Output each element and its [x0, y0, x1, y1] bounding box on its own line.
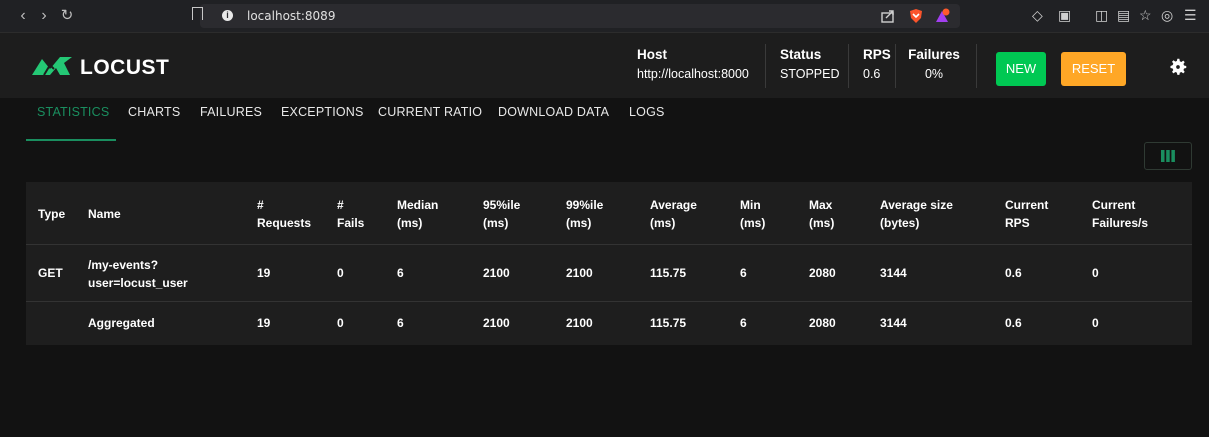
- cell-fails: 0: [337, 316, 344, 330]
- header-divider: [848, 44, 849, 88]
- rps-label: RPS: [863, 47, 891, 62]
- header-divider: [765, 44, 766, 88]
- active-tab-indicator: [26, 139, 116, 141]
- tab-exceptions[interactable]: EXCEPTIONS: [281, 105, 364, 119]
- header-name[interactable]: Name: [88, 205, 121, 223]
- cell-max: 2080: [809, 316, 836, 330]
- rps-stat: RPS 0.6: [863, 47, 891, 81]
- cell-current-rps: 0.6: [1005, 316, 1022, 330]
- cell-average: 115.75: [650, 316, 687, 330]
- cell-99ile: 2100: [566, 266, 593, 280]
- reload-icon[interactable]: ↻: [58, 6, 76, 26]
- cell-min: 6: [740, 266, 747, 280]
- failures-stat: Failures 0%: [908, 47, 960, 81]
- host-value: http://localhost:8000: [637, 67, 749, 81]
- url-text: localhost:8089: [247, 9, 336, 23]
- cell-current-failures: 0: [1092, 266, 1099, 280]
- locust-logo[interactable]: LOCUST: [30, 50, 190, 82]
- cell-requests: 19: [257, 316, 271, 330]
- bookmark-icon[interactable]: [192, 7, 203, 20]
- tab-statistics[interactable]: STATISTICS: [37, 105, 109, 119]
- cell-name: Aggregated: [88, 316, 155, 330]
- menu-icon[interactable]: ☰: [1184, 7, 1197, 24]
- header-current-failures[interactable]: Current Failures/s: [1092, 196, 1148, 232]
- app-header: LOCUST Host http://localhost:8000 Status…: [0, 33, 1209, 98]
- header-requests[interactable]: # Requests: [257, 196, 311, 232]
- tab-logs[interactable]: LOGS: [629, 105, 665, 119]
- table-header-divider: [26, 244, 1192, 245]
- tab-current-ratio[interactable]: CURRENT RATIO: [378, 105, 482, 119]
- address-bar[interactable]: i localhost:8089: [192, 4, 960, 28]
- rps-value: 0.6: [863, 67, 881, 81]
- locust-logo-icon: [32, 57, 72, 76]
- cell-current-rps: 0.6: [1005, 266, 1022, 280]
- header-max[interactable]: Max (ms): [809, 196, 834, 232]
- tab-charts[interactable]: CHARTS: [128, 105, 180, 119]
- host-label: Host: [637, 47, 667, 62]
- cell-name: /my-events? user=locust_user: [88, 258, 188, 290]
- tab-download-data[interactable]: DOWNLOAD DATA: [498, 105, 609, 119]
- header-95ile[interactable]: 95%ile (ms): [483, 196, 520, 232]
- table-row-divider: [26, 301, 1192, 302]
- vpn-icon[interactable]: ◎: [1161, 7, 1173, 24]
- share-icon[interactable]: [880, 8, 896, 24]
- settings-gear-icon[interactable]: [1167, 56, 1189, 78]
- forward-icon[interactable]: ›: [35, 6, 53, 26]
- screenshot-icon[interactable]: ▣: [1058, 7, 1071, 24]
- header-divider: [976, 44, 977, 88]
- status-value: STOPPED: [780, 67, 840, 81]
- brave-shield-icon[interactable]: [908, 8, 924, 24]
- header-type[interactable]: Type: [38, 205, 65, 223]
- header-current-rps[interactable]: Current RPS: [1005, 196, 1048, 232]
- header-divider: [895, 44, 896, 88]
- site-info-icon[interactable]: i: [222, 10, 233, 21]
- failures-label: Failures: [908, 47, 960, 62]
- cell-average-size: 3144: [880, 316, 907, 330]
- failures-value: 0%: [924, 67, 944, 81]
- cell-99ile: 2100: [566, 316, 593, 330]
- sidebar-icon[interactable]: ◫: [1095, 7, 1108, 24]
- cell-95ile: 2100: [483, 266, 510, 280]
- header-99ile[interactable]: 99%ile (ms): [566, 196, 603, 232]
- cell-95ile: 2100: [483, 316, 510, 330]
- new-button[interactable]: NEW: [996, 52, 1046, 86]
- cell-max: 2080: [809, 266, 836, 280]
- header-min[interactable]: Min (ms): [740, 196, 765, 232]
- cell-fails: 0: [337, 266, 344, 280]
- reset-button[interactable]: RESET: [1061, 52, 1126, 86]
- back-icon[interactable]: ‹: [14, 6, 32, 26]
- cell-type: GET: [38, 266, 63, 280]
- header-average[interactable]: Average (ms): [650, 196, 697, 232]
- tab-bar: STATISTICS CHARTS FAILURES EXCEPTIONS CU…: [0, 98, 1209, 143]
- column-selector-button[interactable]: [1144, 142, 1192, 170]
- cell-average-size: 3144: [880, 266, 907, 280]
- view-columns-icon: [1161, 150, 1175, 162]
- extensions-icon[interactable]: ◇: [1032, 7, 1043, 24]
- logo-text: LOCUST: [80, 56, 170, 79]
- cell-min: 6: [740, 316, 747, 330]
- brave-rewards-icon[interactable]: [934, 8, 950, 24]
- cell-median: 6: [397, 316, 404, 330]
- header-fails[interactable]: # Fails: [337, 196, 364, 232]
- cell-requests: 19: [257, 266, 271, 280]
- header-average-size[interactable]: Average size (bytes): [880, 196, 953, 232]
- cell-average: 115.75: [650, 266, 687, 280]
- header-median[interactable]: Median (ms): [397, 196, 438, 232]
- bookmarks-icon[interactable]: ☆: [1139, 7, 1152, 24]
- browser-toolbar: ‹ › ↻ i localhost:8089 ◇ ▣ ◫ ▤ ☆ ◎ ☰: [0, 0, 1209, 33]
- status-label: Status: [780, 47, 822, 62]
- cell-current-failures: 0: [1092, 316, 1099, 330]
- tab-failures[interactable]: FAILURES: [200, 105, 262, 119]
- cell-median: 6: [397, 266, 404, 280]
- status-stat: Status STOPPED: [780, 47, 840, 81]
- host-stat: Host http://localhost:8000: [637, 47, 749, 81]
- wallet-icon[interactable]: ▤: [1117, 7, 1130, 24]
